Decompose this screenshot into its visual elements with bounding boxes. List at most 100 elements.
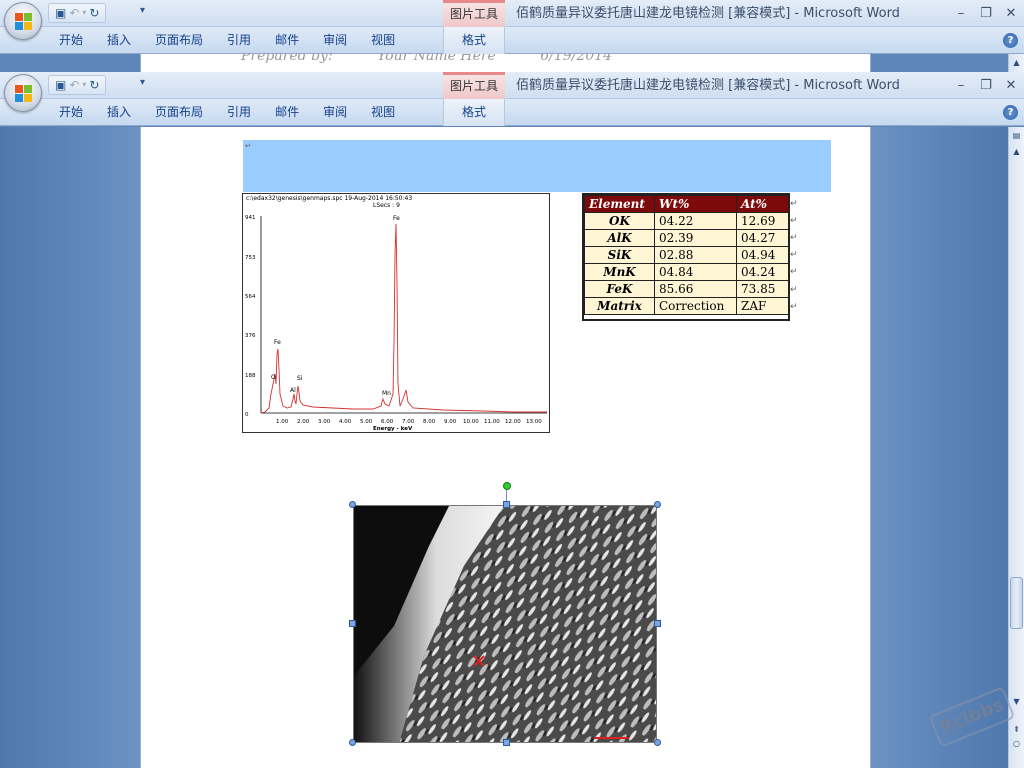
dropdown-icon[interactable]: ▾ [82, 77, 86, 93]
tab-references[interactable]: 引用 [215, 27, 263, 54]
quick-access-toolbar: ▣ ↶ ▾ ↻ [48, 75, 107, 95]
x-axis-label: Energy - keV [373, 426, 413, 432]
y-tick-753: 753 [245, 255, 256, 261]
previous-page-icon[interactable]: ⇞ [1009, 723, 1024, 737]
office-logo-icon [15, 13, 33, 31]
quick-access-toolbar: ▣ ↶ ▾ ↻ [48, 3, 107, 23]
spectrum-plot: 941 753 564 376 188 0 1.00 2.00 3.00 4.0… [245, 215, 547, 432]
resize-handle-se[interactable] [654, 739, 661, 746]
dropdown-icon[interactable]: ▾ [82, 5, 86, 21]
undo-icon[interactable]: ↶ [69, 5, 79, 21]
tab-review[interactable]: 审阅 [311, 27, 359, 54]
peak-label-o: O [271, 374, 276, 381]
cell-wt: 04.22 [654, 212, 737, 230]
tab-review[interactable]: 审阅 [311, 99, 359, 126]
save-icon[interactable]: ▣ [55, 5, 66, 21]
table-header-row: Element Wt% At% [584, 195, 789, 213]
paragraph-mark: ↵ [790, 285, 798, 295]
table-row: Matrix Correction ZAF [584, 297, 789, 315]
x-tick-10: 10.00 [463, 419, 479, 425]
vertical-scrollbar-back[interactable]: ▲ [1008, 54, 1024, 72]
header-text: Prepared by: Your Name Here 6/19/2014 [241, 54, 652, 64]
restore-button[interactable]: ❐ [975, 0, 997, 27]
help-icon[interactable]: ? [1003, 33, 1018, 48]
resize-handle-n[interactable] [503, 501, 510, 508]
close-button[interactable]: ✕ [1000, 72, 1022, 99]
window-title: 佰鹤质量异议委托唐山建龙电镜检测 [兼容模式] - Microsoft Word [516, 6, 900, 21]
save-icon[interactable]: ▣ [55, 77, 66, 93]
tab-home[interactable]: 开始 [47, 27, 95, 54]
office-button[interactable] [4, 2, 42, 40]
tab-format[interactable]: 格式 [443, 27, 505, 54]
rotate-handle[interactable] [503, 482, 511, 490]
peak-label-al: Al [290, 387, 296, 394]
sem-micrograph-image[interactable] [353, 505, 657, 743]
paragraph-mark: ↵ [790, 233, 798, 243]
paragraph-mark: ↵ [790, 302, 798, 312]
cell-element: OK [584, 212, 655, 230]
x-tick-12: 12.00 [505, 419, 521, 425]
x-tick-6: 6.00 [381, 419, 394, 425]
tab-view[interactable]: 视图 [359, 27, 407, 54]
x-tick-4: 4.00 [339, 419, 352, 425]
resize-handle-w[interactable] [349, 620, 356, 627]
word-window-back: ▣ ↶ ▾ ↻ ▾ 图片工具 佰鹤质量异议委托唐山建龙电镜检测 [兼容模式] -… [0, 0, 1024, 54]
x-tick-7: 7.00 [402, 419, 415, 425]
customize-qat-icon[interactable]: ▾ [140, 77, 145, 88]
x-tick-9: 9.00 [444, 419, 457, 425]
restore-button[interactable]: ❐ [975, 72, 997, 99]
tab-home[interactable]: 开始 [47, 99, 95, 126]
table-row: FeK 85.66 73.85 [584, 280, 789, 298]
tab-mailings[interactable]: 邮件 [263, 27, 311, 54]
tab-insert[interactable]: 插入 [95, 27, 143, 54]
tab-format[interactable]: 格式 [443, 99, 505, 126]
scroll-up-icon[interactable]: ▲ [1009, 145, 1024, 159]
header-prepared-by: Prepared by: [241, 54, 333, 64]
ruler-toggle-icon[interactable]: ▤ [1009, 129, 1024, 143]
tab-page-layout[interactable]: 页面布局 [143, 27, 215, 54]
ribbon-tabs: 开始 插入 页面布局 引用 邮件 审阅 视图 [47, 27, 407, 54]
help-icon[interactable]: ? [1003, 105, 1018, 120]
resize-handle-nw[interactable] [349, 501, 356, 508]
x-tick-2: 2.00 [297, 419, 310, 425]
office-button[interactable] [4, 74, 42, 112]
resize-handle-sw[interactable] [349, 739, 356, 746]
y-tick-188: 188 [245, 373, 256, 379]
resize-handle-e[interactable] [654, 620, 661, 627]
paragraph-mark: ↵ [790, 250, 798, 260]
customize-qat-icon[interactable]: ▾ [140, 5, 145, 16]
eds-spectrum-image[interactable]: c:\edax32\genesis\genmaps.spc 19-Aug-201… [242, 193, 550, 433]
cell-element: AlK [584, 229, 655, 247]
header-at: At% [736, 195, 789, 213]
redo-icon[interactable]: ↻ [89, 77, 99, 93]
tab-insert[interactable]: 插入 [95, 99, 143, 126]
tab-view[interactable]: 视图 [359, 99, 407, 126]
shaded-header-band: ↵ [243, 140, 831, 192]
scroll-up-icon[interactable]: ▲ [1009, 56, 1024, 70]
resize-handle-ne[interactable] [654, 501, 661, 508]
minimize-button[interactable]: – [950, 72, 972, 99]
vertical-scrollbar[interactable]: ▤ ▲ ▼ ⇞ ○ [1008, 127, 1024, 768]
tab-mailings[interactable]: 邮件 [263, 99, 311, 126]
redo-icon[interactable]: ↻ [89, 5, 99, 21]
y-tick-0: 0 [245, 412, 249, 418]
close-button[interactable]: ✕ [1000, 0, 1022, 27]
y-tick-564: 564 [245, 294, 256, 300]
table-row: AlK 02.39 04.27 [584, 229, 789, 247]
header-date: 6/19/2014 [540, 54, 613, 64]
select-browse-object-icon[interactable]: ○ [1009, 737, 1024, 751]
cell-at: ZAF [736, 297, 789, 315]
undo-icon[interactable]: ↶ [69, 77, 79, 93]
resize-handle-s[interactable] [503, 739, 510, 746]
window-title: 佰鹤质量异议委托唐山建龙电镜检测 [兼容模式] - Microsoft Word [516, 78, 900, 93]
spectrum-line [260, 223, 547, 414]
cell-wt: 02.39 [654, 229, 737, 247]
tab-references[interactable]: 引用 [215, 99, 263, 126]
scrollbar-thumb[interactable] [1010, 577, 1023, 629]
cell-element: MnK [584, 263, 655, 281]
table-row: OK 04.22 12.69 [584, 212, 789, 230]
eds-results-table[interactable]: Element Wt% At% OK 04.22 12.69 AlK 02.39… [584, 195, 789, 315]
minimize-button[interactable]: – [950, 0, 972, 27]
tab-page-layout[interactable]: 页面布局 [143, 99, 215, 126]
cell-element: SiK [584, 246, 655, 264]
